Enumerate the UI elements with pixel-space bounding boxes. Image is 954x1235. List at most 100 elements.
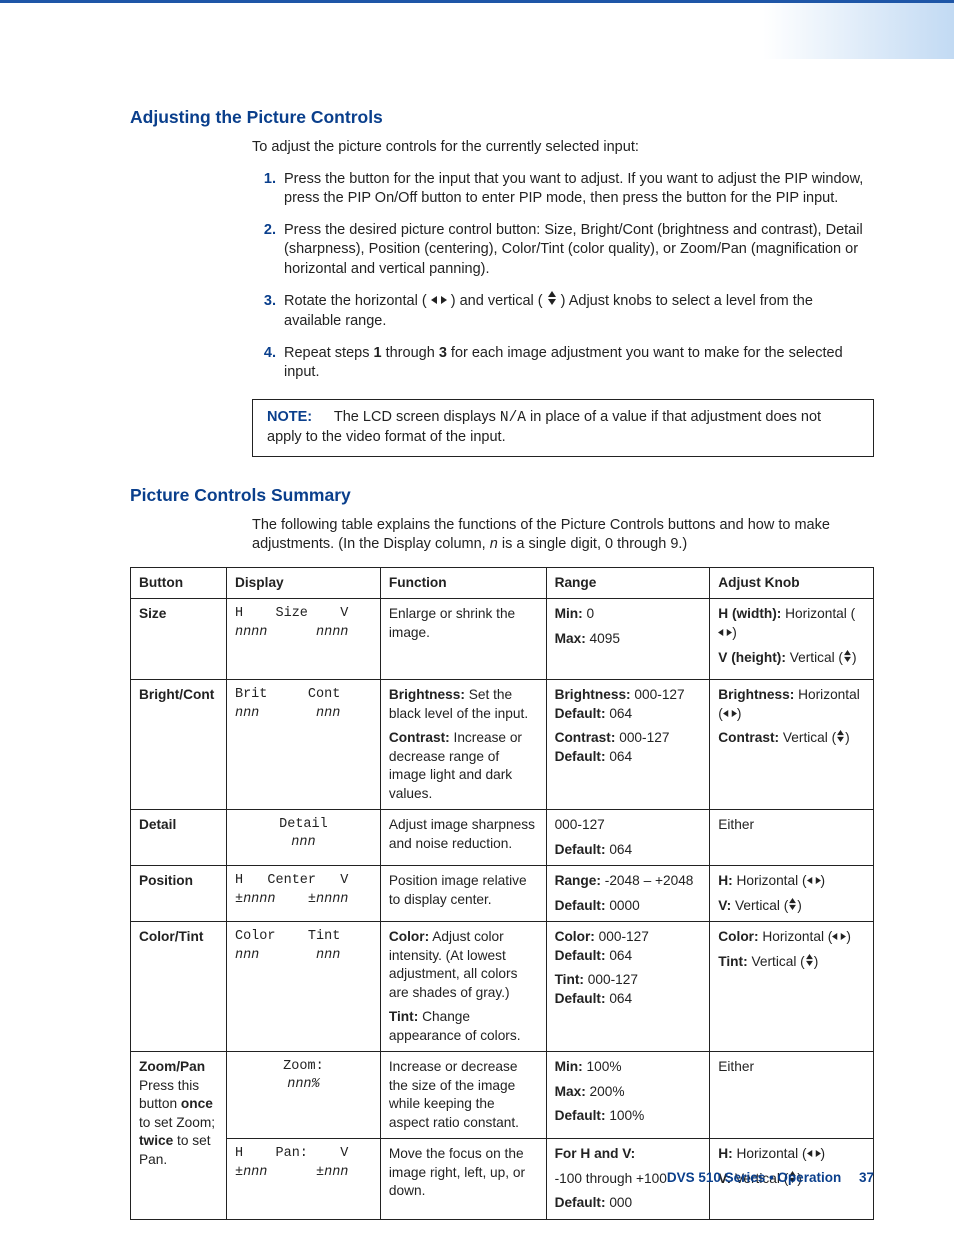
cell-function: Increase or decrease the size of the ima… [380, 1052, 546, 1139]
th-function: Function [380, 567, 546, 598]
horizontal-arrows-icon [807, 1145, 821, 1163]
position-label: Position [139, 873, 193, 888]
cell-range: 000-127 Default: 064 [546, 810, 710, 866]
display-line: nnn nnn [235, 947, 372, 966]
label: Range: [555, 873, 601, 888]
display-line: H Size V [235, 605, 372, 624]
content-area: Adjusting the Picture Controls To adjust… [0, 107, 954, 1220]
value: 4095 [586, 631, 620, 646]
display-line: Brit Cont [235, 686, 372, 705]
label: Default: [555, 706, 606, 721]
step-3: Rotate the horizontal ( ) and vertical (… [280, 291, 874, 331]
close: ) [732, 625, 737, 640]
step4-b3: 3 [439, 345, 447, 361]
label: Default: [555, 749, 606, 764]
display-line: ±nnn ±nnn [235, 1164, 372, 1183]
cell-knob: Either [710, 810, 874, 866]
step-4: Repeat steps 1 through 3 for each image … [280, 344, 874, 383]
value: 064 [606, 842, 633, 857]
th-display: Display [226, 567, 380, 598]
cell-function: Enlarge or shrink the image. [380, 599, 546, 680]
display-line: Color Tint [235, 928, 372, 947]
note-box: NOTE: The LCD screen displays N/A in pla… [252, 399, 874, 457]
display-line: nnn% [235, 1076, 372, 1094]
label: Brightness: [389, 687, 465, 702]
page-number: 37 [859, 1170, 874, 1185]
value: 064 [606, 749, 633, 764]
cell-function: Brightness: Set the black level of the i… [380, 680, 546, 810]
step4-b1: 1 [373, 345, 381, 361]
table-header-row: Button Display Function Range Adjust Kno… [131, 567, 874, 598]
label: Tint: [718, 954, 747, 969]
value: 000-127 [595, 929, 649, 944]
label: Default: [555, 1108, 606, 1123]
table-row: Bright/Cont Brit Cont nnn nnn Brightness… [131, 680, 874, 810]
cell-function: Adjust image sharpness and noise reducti… [380, 810, 546, 866]
step-1: Press the button for the input that you … [280, 170, 874, 209]
bright-label: Bright/Cont [139, 687, 214, 702]
cell-button: Size [131, 599, 227, 680]
label: Brightness: [718, 687, 794, 702]
label: Contrast: [389, 730, 450, 745]
table-row: Detail Detail nnn Adjust image sharpness… [131, 810, 874, 866]
twice: twice [139, 1133, 173, 1148]
step-2: Press the desired picture control button… [280, 221, 874, 280]
label: Default: [555, 898, 606, 913]
cell-function: Position image relative to display cente… [380, 866, 546, 922]
value: 000-127 [615, 730, 669, 745]
label: Color: [555, 929, 595, 944]
value: -2048 – +2048 [601, 873, 693, 888]
cell-knob: Brightness: Horizontal () Contrast: Vert… [710, 680, 874, 810]
controls-table: Button Display Function Range Adjust Kno… [130, 567, 874, 1220]
note-label: NOTE: [267, 409, 312, 425]
close: ) [821, 1146, 826, 1161]
label: Tint: [389, 1009, 418, 1024]
label: Brightness: [555, 687, 631, 702]
label: Color: [718, 929, 758, 944]
cell-knob: Color: Horizontal () Tint: Vertical () [710, 922, 874, 1052]
value: 064 [606, 991, 633, 1006]
table-row: Color/Tint Color Tint nnn nnn Color: Adj… [131, 922, 874, 1052]
horizontal-arrows-icon [832, 928, 846, 946]
value: Vertical ( [748, 954, 805, 969]
cell-button: Position [131, 866, 227, 922]
once: once [181, 1096, 213, 1111]
page-footer: DVS 510 Series • Operation 37 [667, 1170, 874, 1185]
value: Vertical ( [779, 730, 836, 745]
cell-range: Color: 000-127 Default: 064 Tint: 000-12… [546, 922, 710, 1052]
value: 000-127 [631, 687, 685, 702]
close: ) [737, 706, 742, 721]
value: Horizontal ( [733, 873, 807, 888]
color-label: Color/Tint [139, 929, 203, 944]
label: H: [718, 873, 732, 888]
step3-pre: Rotate the horizontal ( [284, 293, 427, 309]
cell-display: Zoom: nnn% [226, 1052, 380, 1139]
value: 0 [583, 606, 594, 621]
display-line: ±nnnn ±nnnn [235, 891, 372, 910]
cell-range: Brightness: 000-127 Default: 064 Contras… [546, 680, 710, 810]
cell-range: Min: 0 Max: 4095 [546, 599, 710, 680]
heading-summary: Picture Controls Summary [130, 485, 874, 506]
value: 064 [606, 706, 633, 721]
display-line: nnnn nnnn [235, 624, 372, 643]
label: Default: [555, 842, 606, 857]
close: ) [852, 650, 857, 665]
value: 0000 [606, 898, 640, 913]
table-row: Size H Size V nnnn nnnn Enlarge or shrin… [131, 599, 874, 680]
cell-display: H Pan: V ±nnn ±nnn [226, 1139, 380, 1219]
horizontal-arrows-icon [718, 624, 732, 642]
note-text: The LCD screen displays N/A in place of … [267, 409, 821, 446]
vertical-arrows-icon [788, 897, 797, 915]
value: Vertical ( [731, 898, 788, 913]
label: Max: [555, 1084, 586, 1099]
value: Horizontal ( [759, 929, 833, 944]
vertical-arrows-icon [805, 953, 814, 971]
label: V (height): [718, 650, 786, 665]
label: Contrast: [555, 730, 616, 745]
cell-button: Zoom/Pan Press this button once to set Z… [131, 1052, 227, 1219]
value: 200% [586, 1084, 625, 1099]
close: ) [846, 929, 851, 944]
cell-button: Color/Tint [131, 922, 227, 1052]
display-line: Detail [235, 816, 372, 834]
heading-adjusting: Adjusting the Picture Controls [130, 107, 874, 128]
